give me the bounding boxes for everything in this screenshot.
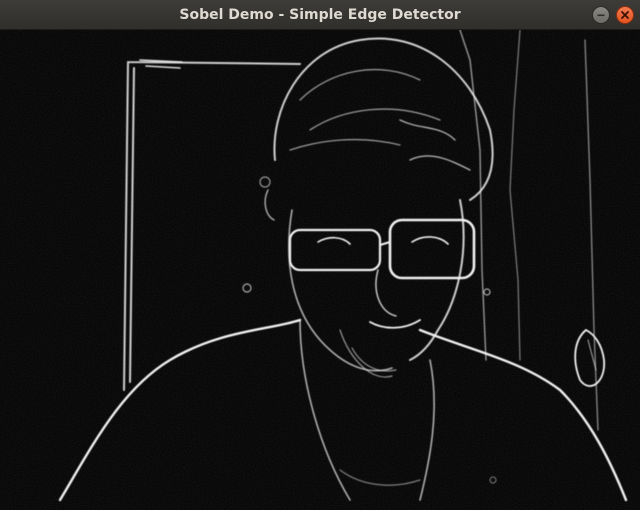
- minimize-button[interactable]: [592, 6, 610, 24]
- window-title: Sobel Demo - Simple Edge Detector: [179, 7, 461, 23]
- app-window: Sobel Demo - Simple Edge Detector: [0, 0, 640, 510]
- close-button[interactable]: [616, 6, 634, 24]
- sobel-edge-image: [0, 30, 640, 510]
- edge-image-canvas: [0, 30, 640, 510]
- title-bar[interactable]: Sobel Demo - Simple Edge Detector: [0, 0, 640, 30]
- close-icon: [621, 11, 629, 19]
- window-controls: [592, 6, 634, 24]
- minimize-icon: [597, 14, 605, 17]
